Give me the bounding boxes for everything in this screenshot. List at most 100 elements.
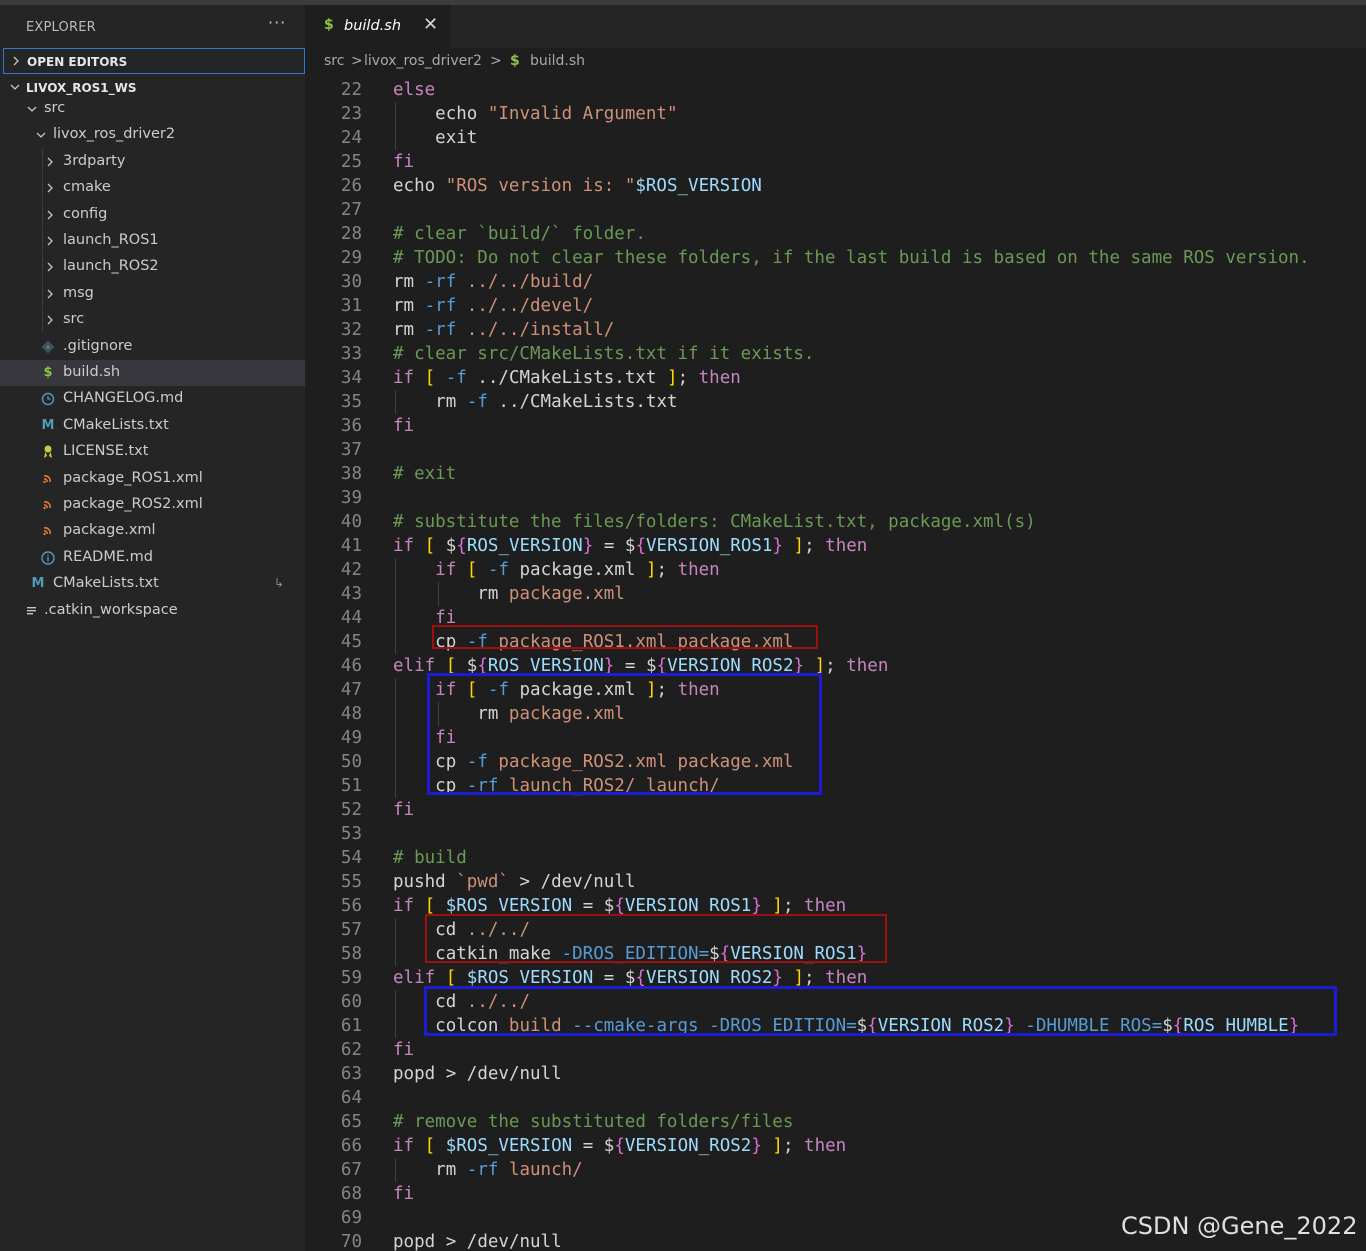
line-number: 55 bbox=[340, 872, 362, 892]
line-number: 51 bbox=[340, 776, 362, 796]
close-icon[interactable]: ✕ bbox=[423, 14, 438, 35]
tree-item-label: 3rdparty bbox=[63, 153, 126, 169]
code-line[interactable]: 27 bbox=[305, 198, 1366, 222]
tree-item-livox-ros-driver2[interactable]: livox_ros_driver2 bbox=[0, 122, 305, 148]
line-number: 62 bbox=[340, 1040, 362, 1060]
code-line[interactable]: 26 echo "ROS version is: "$ROS_VERSION bbox=[305, 174, 1366, 198]
tree-item-msg[interactable]: msg bbox=[0, 281, 305, 307]
tree-item-config[interactable]: config bbox=[0, 202, 305, 228]
code-line[interactable]: 23 echo "Invalid Argument" bbox=[305, 102, 1366, 126]
code-line[interactable]: 55 pushd `pwd` > /dev/null bbox=[305, 870, 1366, 894]
tree-item-launch-ros2[interactable]: launch_ROS2 bbox=[0, 254, 305, 280]
code-editor[interactable]: 22 else 23 echo "Invalid Argument" 24 exit 2… bbox=[305, 76, 1366, 1251]
line-number: 28 bbox=[340, 224, 362, 244]
tree-item-package-xml[interactable]: package.xml bbox=[0, 518, 305, 544]
line-number: 46 bbox=[340, 656, 362, 676]
code-line[interactable]: 68 fi bbox=[305, 1182, 1366, 1206]
tree-item-3rdparty[interactable]: 3rdparty bbox=[0, 149, 305, 175]
tree-item-src[interactable]: src bbox=[0, 307, 305, 333]
code-text: popd > /dev/null bbox=[393, 1064, 562, 1084]
xml-icon bbox=[40, 495, 56, 515]
code-line[interactable]: 39 bbox=[305, 486, 1366, 510]
open-editors-label: OPEN EDITORS bbox=[27, 55, 128, 69]
tree-item-label: .gitignore bbox=[63, 338, 133, 354]
code-line[interactable]: 36 fi bbox=[305, 414, 1366, 438]
code-line[interactable]: 67 rm -rf launch/ bbox=[305, 1158, 1366, 1182]
license-icon bbox=[40, 442, 56, 462]
code-line[interactable]: 53 bbox=[305, 822, 1366, 846]
tree-item-readme-md[interactable]: README.md bbox=[0, 545, 305, 571]
code-line[interactable]: 24 exit bbox=[305, 126, 1366, 150]
code-line[interactable]: 30 rm -rf ../../build/ bbox=[305, 270, 1366, 294]
line-number: 35 bbox=[340, 392, 362, 412]
tree-item-changelog-md[interactable]: CHANGELOG.md bbox=[0, 386, 305, 412]
indent-guide bbox=[395, 702, 396, 726]
code-line[interactable]: 62 fi bbox=[305, 1038, 1366, 1062]
line-number: 26 bbox=[340, 176, 362, 196]
code-line[interactable]: 52 fi bbox=[305, 798, 1366, 822]
indent-guide bbox=[395, 1158, 396, 1182]
code-line[interactable]: 66 if [ $ROS_VERSION = ${VERSION_ROS2} ];… bbox=[305, 1134, 1366, 1158]
chevron-right-icon bbox=[44, 153, 58, 171]
tree-item-launch-ros1[interactable]: launch_ROS1 bbox=[0, 228, 305, 254]
text-file-icon bbox=[24, 601, 40, 621]
line-number: 38 bbox=[340, 464, 362, 484]
code-line[interactable]: 54 # build bbox=[305, 846, 1366, 870]
chevron-down-icon bbox=[8, 78, 22, 96]
breadcrumb-item[interactable]: livox_ros_driver2 bbox=[364, 53, 482, 69]
line-number: 43 bbox=[340, 584, 362, 604]
open-editors-section[interactable]: OPEN EDITORS bbox=[3, 48, 305, 74]
code-text: pushd `pwd` > /dev/null bbox=[393, 872, 636, 892]
blue-highlight-box bbox=[424, 986, 1337, 1036]
code-line[interactable]: 38 # exit bbox=[305, 462, 1366, 486]
tree-item-catkin-workspace[interactable]: .catkin_workspace bbox=[0, 598, 305, 624]
indent-guide bbox=[42, 228, 43, 254]
code-line[interactable]: 28 # clear `build/` folder. bbox=[305, 222, 1366, 246]
tree-item-package-ros2-xml[interactable]: package_ROS2.xml bbox=[0, 492, 305, 518]
editor-area: $ build.sh ✕ src > livox_ros_driver2 > $… bbox=[305, 5, 1366, 1251]
tree-item-cmakelists-txt[interactable]: M CMakeLists.txt ↳ bbox=[0, 571, 305, 597]
code-text: if [ ${ROS_VERSION} = ${VERSION_ROS1} ];… bbox=[393, 536, 868, 556]
line-number: 56 bbox=[340, 896, 362, 916]
tree-item-label: launch_ROS2 bbox=[63, 258, 159, 274]
code-text: fi bbox=[393, 1040, 415, 1060]
code-line[interactable]: 29 # TODO: Do not clear these folders, if… bbox=[305, 246, 1366, 270]
code-line[interactable]: 43 rm package.xml bbox=[305, 582, 1366, 606]
code-text: rm -rf ../../build/ bbox=[393, 272, 594, 292]
shell-icon: $ bbox=[324, 17, 334, 33]
code-line[interactable]: 40 # substitute the files/folders: CMakeL… bbox=[305, 510, 1366, 534]
tree-item-label: build.sh bbox=[63, 364, 121, 380]
code-line[interactable]: 32 rm -rf ../../install/ bbox=[305, 318, 1366, 342]
tree-item-cmake[interactable]: cmake bbox=[0, 175, 305, 201]
chevron-right-icon bbox=[44, 258, 58, 276]
code-line[interactable]: 64 bbox=[305, 1086, 1366, 1110]
code-line[interactable]: 34 if [ -f ../CMakeLists.txt ]; then bbox=[305, 366, 1366, 390]
line-number: 30 bbox=[340, 272, 362, 292]
code-line[interactable]: 42 if [ -f package.xml ]; then bbox=[305, 558, 1366, 582]
code-text: # exit bbox=[393, 464, 457, 484]
tree-item-build-sh[interactable]: $ build.sh bbox=[0, 360, 305, 386]
code-line[interactable]: 63 popd > /dev/null bbox=[305, 1062, 1366, 1086]
indent-guide bbox=[395, 582, 396, 606]
indent-guide bbox=[395, 102, 396, 126]
tree-item-package-ros1-xml[interactable]: package_ROS1.xml bbox=[0, 466, 305, 492]
tree-item-license-txt[interactable]: LICENSE.txt bbox=[0, 439, 305, 465]
tree-item-gitignore[interactable]: .gitignore bbox=[0, 334, 305, 360]
code-text: echo "Invalid Argument" bbox=[435, 104, 678, 124]
more-actions-icon[interactable]: ··· bbox=[268, 13, 286, 32]
code-line[interactable]: 31 rm -rf ../../devel/ bbox=[305, 294, 1366, 318]
code-line[interactable]: 35 rm -f ../CMakeLists.txt bbox=[305, 390, 1366, 414]
code-line[interactable]: 22 else bbox=[305, 78, 1366, 102]
breadcrumb-item[interactable]: src bbox=[324, 53, 344, 69]
workspace-label: LIVOX_ROS1_WS bbox=[26, 81, 137, 95]
breadcrumb-item[interactable]: build.sh bbox=[530, 53, 585, 69]
code-line[interactable]: 33 # clear src/CMakeLists.txt if it exist… bbox=[305, 342, 1366, 366]
code-line[interactable]: 65 # remove the substituted folders/files bbox=[305, 1110, 1366, 1134]
tree-item-src[interactable]: src bbox=[0, 96, 305, 122]
code-line[interactable]: 37 bbox=[305, 438, 1366, 462]
tab-build-sh[interactable]: $ build.sh ✕ bbox=[305, 5, 450, 48]
tree-item-cmakelists-txt[interactable]: M CMakeLists.txt bbox=[0, 413, 305, 439]
code-line[interactable]: 41 if [ ${ROS_VERSION} = ${VERSION_ROS1} … bbox=[305, 534, 1366, 558]
code-line[interactable]: 25 fi bbox=[305, 150, 1366, 174]
code-text: fi bbox=[393, 152, 415, 172]
